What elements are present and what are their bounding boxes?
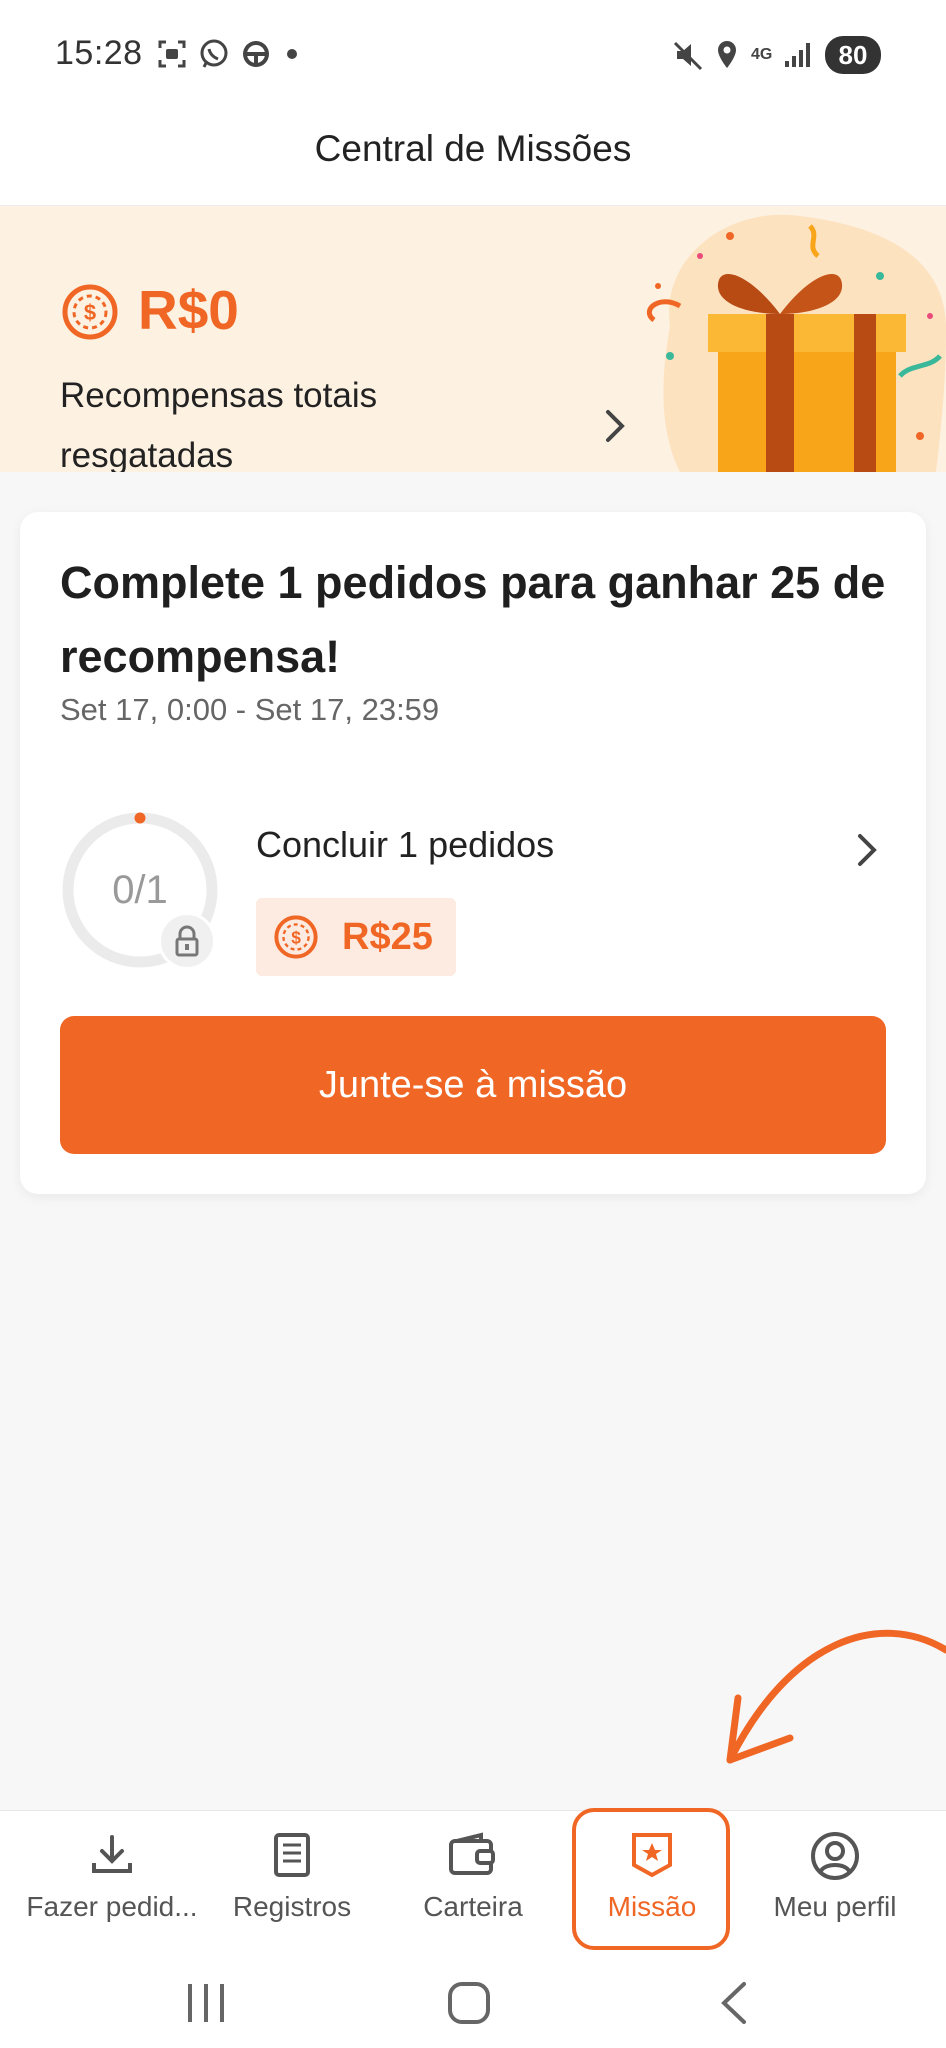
rewards-banner[interactable]: $ R$0 Recompensas totais resgatadas bbox=[0, 206, 946, 472]
page-title: Central de Missões bbox=[314, 128, 632, 169]
status-left-icons bbox=[156, 38, 302, 70]
mission-title: Complete 1 pedidos para ganhar 25 de rec… bbox=[60, 557, 886, 682]
nav-item-profile[interactable]: Meu perfil bbox=[745, 1811, 925, 1961]
system-nav-bar bbox=[0, 1960, 946, 2048]
document-icon bbox=[274, 1833, 310, 1877]
status-time: 15:28 bbox=[55, 34, 143, 72]
task-label[interactable]: Concluir 1 pedidos bbox=[256, 824, 554, 866]
nav-label: Registros bbox=[232, 1891, 352, 1922]
whatsapp-icon bbox=[200, 39, 228, 68]
nav-item-wallet[interactable]: Carteira bbox=[383, 1811, 563, 1961]
app-header: Central de Missões bbox=[0, 110, 946, 206]
coin-icon: $ bbox=[62, 284, 118, 340]
home-icon[interactable] bbox=[446, 1980, 492, 2026]
nav-label: Fazer pedid... bbox=[26, 1891, 198, 1922]
total-rewards-label: Recompensas totais resgatadas bbox=[60, 376, 378, 472]
gift-box-icon bbox=[646, 214, 946, 472]
lock-badge bbox=[158, 912, 216, 970]
nav-label: Carteira bbox=[423, 1891, 523, 1922]
signal-icon bbox=[785, 43, 810, 67]
location-icon bbox=[718, 41, 736, 68]
total-rewards-amount: R$0 bbox=[138, 279, 239, 341]
network-4g-icon: 4G bbox=[751, 46, 773, 63]
chevron-right-icon[interactable] bbox=[850, 830, 884, 870]
nav-item-records[interactable]: Registros bbox=[202, 1811, 382, 1961]
profile-icon bbox=[811, 1832, 859, 1880]
nav-item-place-order[interactable]: Fazer pedid... bbox=[22, 1811, 202, 1961]
chevron-right-icon bbox=[606, 410, 625, 442]
back-icon[interactable] bbox=[716, 1980, 752, 2026]
svg-text:$: $ bbox=[84, 300, 96, 325]
status-right-icons: 4G 80 bbox=[673, 36, 881, 74]
reward-amount: R$25 bbox=[342, 916, 433, 958]
join-mission-button[interactable]: Junte-se à missão bbox=[60, 1016, 886, 1154]
svg-text:$: $ bbox=[291, 927, 301, 947]
coin-icon: $ bbox=[274, 915, 318, 959]
bottom-nav: Fazer pedid... Registros Carteira Missão… bbox=[0, 1810, 946, 1961]
annotation-arrow-icon bbox=[726, 1629, 946, 1764]
mission-card: Complete 1 pedidos para ganhar 25 de rec… bbox=[20, 512, 926, 1194]
recent-apps-icon[interactable] bbox=[184, 1980, 228, 2026]
steering-wheel-icon bbox=[243, 41, 269, 67]
highlight-box bbox=[572, 1808, 730, 1950]
wallet-icon bbox=[449, 1832, 495, 1875]
mute-icon bbox=[673, 41, 703, 71]
nav-label: Meu perfil bbox=[773, 1891, 897, 1922]
reward-badge: $ R$25 bbox=[256, 898, 456, 976]
screenshot-icon bbox=[158, 40, 186, 68]
mission-dates: Set 17, 0:00 - Set 17, 23:59 bbox=[60, 692, 440, 727]
lock-icon bbox=[161, 915, 213, 967]
download-icon bbox=[92, 1835, 132, 1873]
status-bar: 15:28 4G 80 bbox=[0, 0, 946, 110]
dot-icon bbox=[287, 49, 297, 59]
battery-indicator: 80 bbox=[825, 36, 881, 74]
